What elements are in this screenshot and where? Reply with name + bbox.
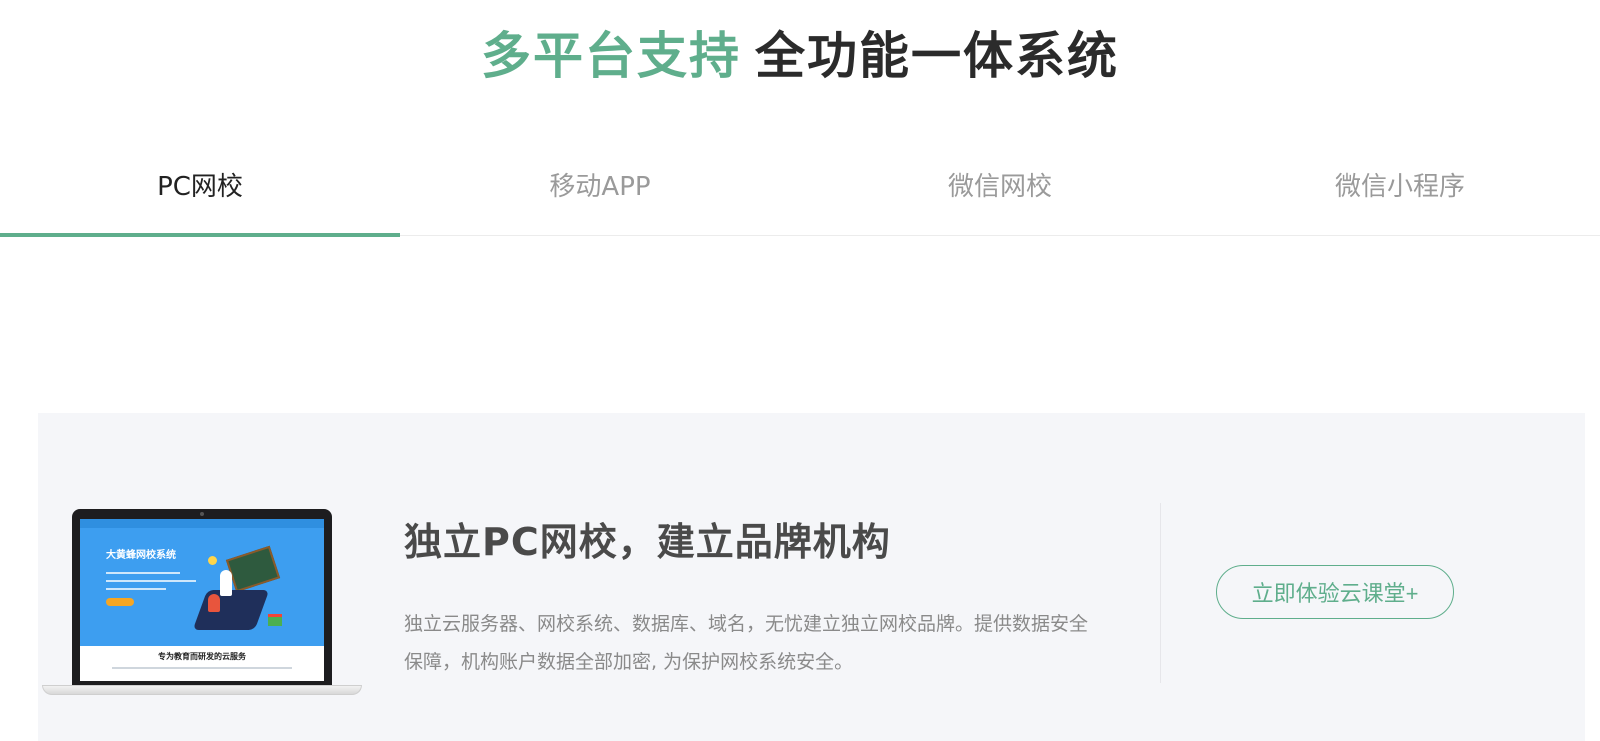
platform-tabs: PC网校 移动APP 微信网校 微信小程序 <box>0 150 1600 237</box>
tab-pc-school[interactable]: PC网校 <box>0 150 400 237</box>
screen-hero: 大黄蜂网校系统 <box>80 528 324 646</box>
screen-hero-title: 大黄蜂网校系统 <box>106 550 176 561</box>
laptop-screen: 大黄蜂网校系统 专为教育而研发的云服务 <box>80 519 324 681</box>
screen-subtext-line <box>112 667 292 669</box>
headline-rest: 全功能一体系统 <box>755 27 1119 85</box>
tab-wechat-school[interactable]: 微信网校 <box>800 150 1200 236</box>
feature-panel: 大黄蜂网校系统 专为教育而研发的云服务 独立PC网校，建立品牌机构 独立云服务器… <box>38 413 1585 741</box>
student-figure <box>208 594 220 612</box>
screen-caption: 专为教育而研发的云服务 <box>158 652 246 661</box>
feature-description: 独立云服务器、网校系统、数据库、域名，无忧建立独立网校品牌。提供数据安全保障，机… <box>404 613 1089 673</box>
tab-label: 微信网校 <box>947 172 1052 202</box>
try-cloud-class-button[interactable]: 立即体验云课堂+ <box>1216 565 1454 619</box>
screen-text-line <box>106 588 166 590</box>
section-headline: 多平台支持 全功能一体系统 <box>0 24 1600 88</box>
lightbulb-icon <box>208 556 217 565</box>
tab-mobile-app[interactable]: 移动APP <box>400 150 800 236</box>
tablet-graphic <box>192 590 270 630</box>
chalkboard-graphic <box>225 545 281 593</box>
tab-label: 移动APP <box>549 172 651 202</box>
screen-hero-button <box>106 598 134 606</box>
screen-text-line <box>106 572 180 574</box>
camera-dot <box>200 512 204 516</box>
headline-accent: 多平台支持 <box>481 27 741 85</box>
tab-label: 微信小程序 <box>1334 172 1465 202</box>
laptop-base <box>42 685 362 695</box>
screen-text-line <box>106 580 196 582</box>
panel-divider <box>1160 503 1161 683</box>
books-graphic <box>268 614 282 626</box>
tab-wechat-mini-program[interactable]: 微信小程序 <box>1200 150 1600 236</box>
laptop-bezel: 大黄蜂网校系统 专为教育而研发的云服务 <box>72 509 332 685</box>
laptop-illustration: 大黄蜂网校系统 专为教育而研发的云服务 <box>42 509 362 699</box>
teacher-figure <box>220 570 232 596</box>
tab-label: PC网校 <box>157 172 243 202</box>
screen-navbar <box>80 519 324 528</box>
feature-title: 独立PC网校，建立品牌机构 <box>404 520 891 564</box>
